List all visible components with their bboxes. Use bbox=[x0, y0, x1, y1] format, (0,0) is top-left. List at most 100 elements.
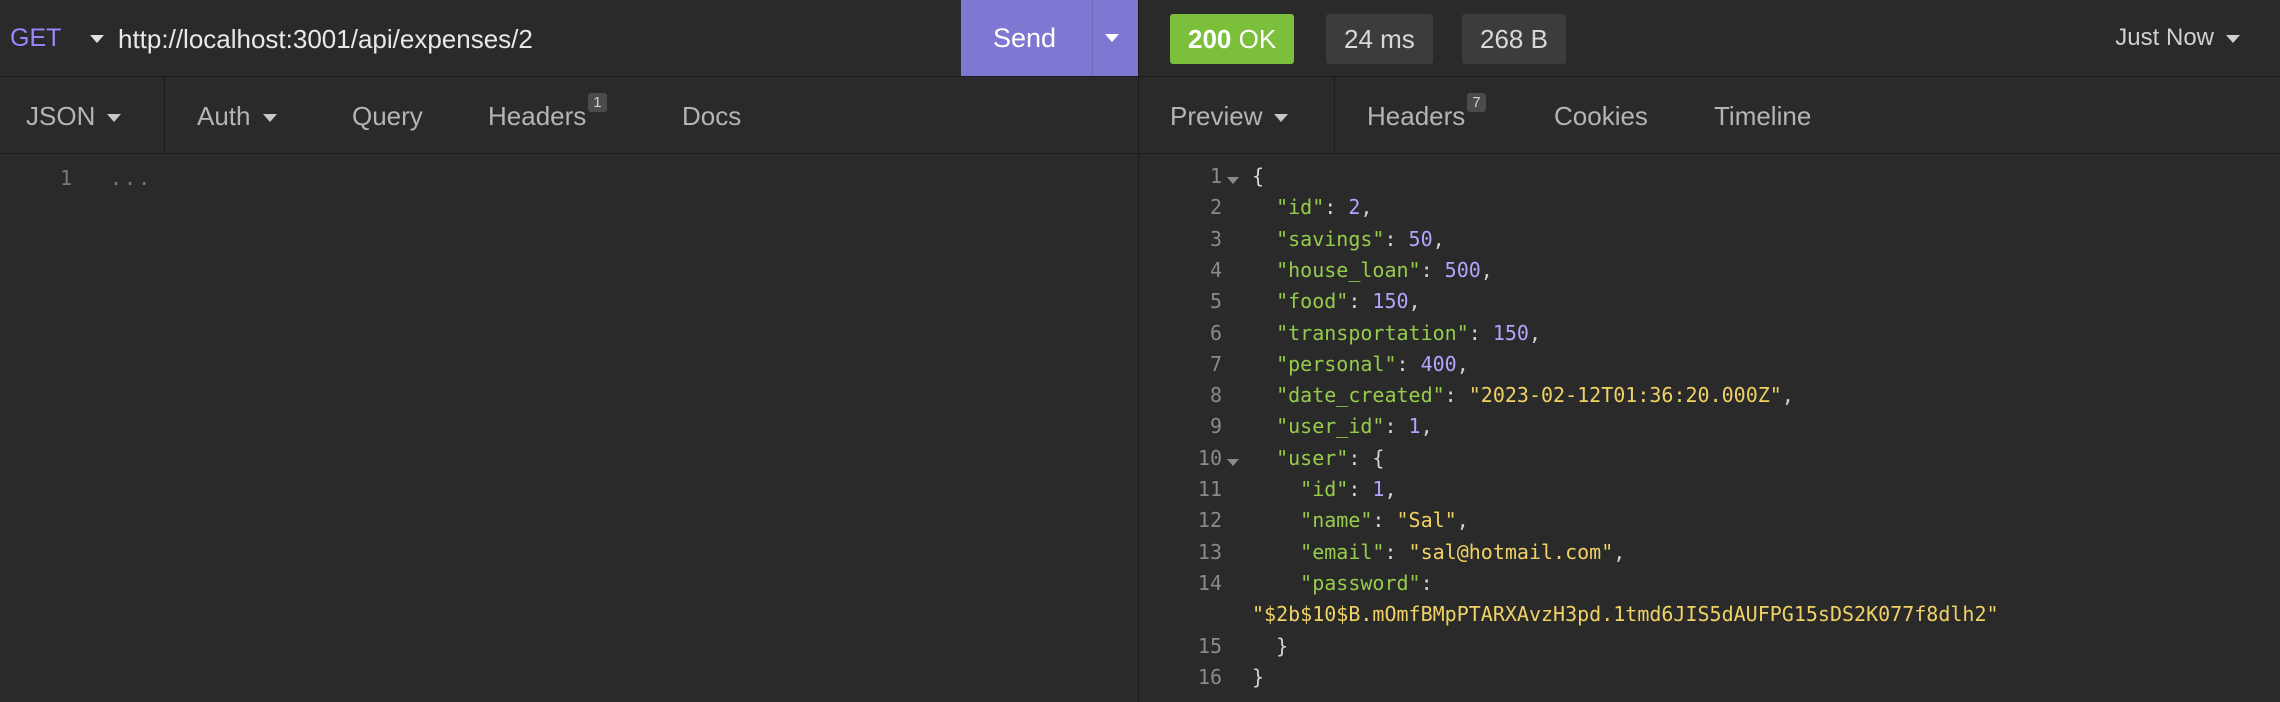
response-headers-count-badge: 7 bbox=[1467, 93, 1486, 112]
json-number: 400 bbox=[1420, 351, 1457, 376]
headers-count-badge: 1 bbox=[588, 93, 607, 112]
line-number: 8 bbox=[1209, 383, 1222, 408]
line-number: 12 bbox=[1197, 508, 1222, 533]
code-line: "user": { bbox=[1252, 446, 1384, 470]
url-input[interactable]: http://localhost:3001/api/expenses/2 bbox=[118, 24, 533, 55]
json-punctuation: , bbox=[1456, 508, 1469, 533]
json-key: "email" bbox=[1252, 539, 1385, 564]
json-punctuation: : bbox=[1372, 508, 1397, 533]
tab-timeline[interactable]: Timeline bbox=[1714, 101, 1811, 132]
json-string: "sal@hotmail.com" bbox=[1408, 539, 1614, 564]
json-string: "$2b$10$B.mOmfBMpPTARXAvzH3pd.1tmd6JIS5d… bbox=[1252, 602, 1999, 627]
tab-headers[interactable]: Headers 1 bbox=[488, 93, 607, 132]
code-line: "name": "Sal", bbox=[1252, 508, 1469, 532]
line-number: 13 bbox=[1197, 539, 1222, 564]
send-button-divider bbox=[1092, 0, 1093, 76]
chevron-down-icon bbox=[1274, 114, 1289, 123]
response-status-bar: 200 OK 24 ms 268 B Just Now bbox=[1139, 0, 2280, 77]
status-code: 200 bbox=[1188, 24, 1232, 54]
json-punctuation: : { bbox=[1348, 445, 1385, 470]
tab-auth[interactable]: Auth bbox=[197, 101, 277, 132]
json-key: "user" bbox=[1252, 445, 1349, 470]
json-number: 150 bbox=[1372, 289, 1409, 314]
request-pane: GET http://localhost:3001/api/expenses/2… bbox=[0, 0, 1138, 702]
json-key: "personal" bbox=[1252, 351, 1397, 376]
url-bar: GET http://localhost:3001/api/expenses/2… bbox=[0, 0, 1138, 77]
tab-cookies[interactable]: Cookies bbox=[1554, 101, 1648, 132]
line-number: 1 bbox=[60, 166, 73, 190]
code-line: "date_created": "2023-02-12T01:36:20.000… bbox=[1252, 383, 1794, 407]
response-preview: 1 {2 "id": 2, 3 "savings": 50, 4 "house_loa… bbox=[1139, 154, 2280, 702]
chevron-down-icon bbox=[107, 114, 122, 123]
tab-query[interactable]: Query bbox=[352, 101, 423, 132]
tab-preview-label: Preview bbox=[1170, 101, 1263, 131]
json-punctuation: : bbox=[1348, 477, 1373, 501]
json-punctuation: , bbox=[1432, 226, 1445, 251]
send-options-chevron-down-icon[interactable] bbox=[1105, 34, 1119, 42]
tab-divider bbox=[1334, 77, 1335, 153]
history-label: Just Now bbox=[2115, 24, 2214, 51]
chevron-down-icon bbox=[2226, 34, 2240, 43]
json-key: "date_created" bbox=[1252, 383, 1445, 408]
tab-preview[interactable]: Preview bbox=[1170, 101, 1289, 132]
code-line: "email": "sal@hotmail.com", bbox=[1252, 540, 1625, 564]
json-punctuation: : bbox=[1396, 351, 1421, 376]
json-punctuation: : bbox=[1384, 414, 1409, 439]
json-punctuation: , bbox=[1384, 477, 1397, 501]
request-body-editor[interactable]: 1 ... bbox=[0, 154, 1138, 702]
json-punctuation: , bbox=[1420, 414, 1433, 439]
body-placeholder: ... bbox=[110, 166, 153, 190]
json-punctuation: , bbox=[1360, 195, 1373, 220]
code-line: "savings": 50, bbox=[1252, 227, 1445, 251]
json-punctuation: , bbox=[1480, 257, 1493, 282]
status-text: OK bbox=[1238, 24, 1277, 54]
send-button-label: Send bbox=[993, 23, 1057, 53]
response-tabs: Preview Headers 7 Cookies Timeline bbox=[1139, 77, 2280, 154]
line-number: 3 bbox=[1209, 226, 1222, 251]
code-line: "transportation": 150, bbox=[1252, 321, 1541, 345]
json-punctuation: , bbox=[1408, 289, 1421, 314]
json-key: "savings" bbox=[1252, 226, 1385, 251]
tab-docs[interactable]: Docs bbox=[682, 101, 741, 132]
json-number: 1 bbox=[1408, 414, 1421, 439]
json-punctuation: : bbox=[1348, 289, 1373, 314]
line-number: 5 bbox=[1209, 289, 1222, 314]
json-punctuation: : bbox=[1420, 257, 1445, 282]
line-number: 6 bbox=[1209, 320, 1222, 345]
method-selector[interactable]: GET bbox=[10, 24, 61, 53]
response-size-badge: 268 B bbox=[1462, 14, 1566, 64]
response-history-dropdown[interactable]: Just Now bbox=[2115, 24, 2240, 52]
line-number: 11 bbox=[1197, 477, 1222, 501]
json-punctuation: } bbox=[1252, 633, 1289, 658]
json-punctuation: : bbox=[1384, 539, 1409, 564]
json-punctuation: , bbox=[1528, 320, 1542, 345]
code-line: "personal": 400, bbox=[1252, 352, 1469, 376]
json-punctuation: } bbox=[1252, 664, 1265, 689]
json-key: "password" bbox=[1252, 570, 1421, 595]
response-time-badge: 24 ms bbox=[1326, 14, 1433, 64]
tab-response-headers[interactable]: Headers 7 bbox=[1367, 93, 1486, 132]
line-number: 10 bbox=[1197, 445, 1222, 470]
status-badge: 200 OK bbox=[1170, 14, 1295, 64]
send-button[interactable]: Send bbox=[961, 0, 1138, 76]
line-number: 9 bbox=[1209, 414, 1222, 439]
json-number: 500 bbox=[1444, 257, 1481, 282]
code-line: "house_loan": 500, bbox=[1252, 258, 1493, 282]
code-line: "id": 2, bbox=[1252, 195, 1372, 219]
code-line: "$2b$10$B.mOmfBMpPTARXAvzH3pd.1tmd6JIS5d… bbox=[1252, 602, 1999, 626]
line-number: 4 bbox=[1209, 257, 1222, 282]
fold-caret-icon[interactable] bbox=[1227, 170, 1239, 189]
line-number: 16 bbox=[1197, 664, 1222, 689]
code-line: "food": 150, bbox=[1252, 289, 1421, 313]
code-line: { bbox=[1252, 164, 1264, 188]
tab-body-json[interactable]: JSON bbox=[26, 101, 122, 132]
line-number: 2 bbox=[1209, 195, 1222, 220]
tab-body-json-label: JSON bbox=[26, 101, 96, 131]
json-number: 2 bbox=[1348, 195, 1361, 220]
json-punctuation: , bbox=[1781, 383, 1794, 408]
fold-caret-icon[interactable] bbox=[1227, 452, 1239, 471]
chevron-down-icon[interactable] bbox=[90, 35, 104, 43]
line-number: 7 bbox=[1209, 351, 1222, 376]
json-punctuation: : bbox=[1324, 195, 1349, 220]
json-key: "id" bbox=[1252, 195, 1325, 220]
